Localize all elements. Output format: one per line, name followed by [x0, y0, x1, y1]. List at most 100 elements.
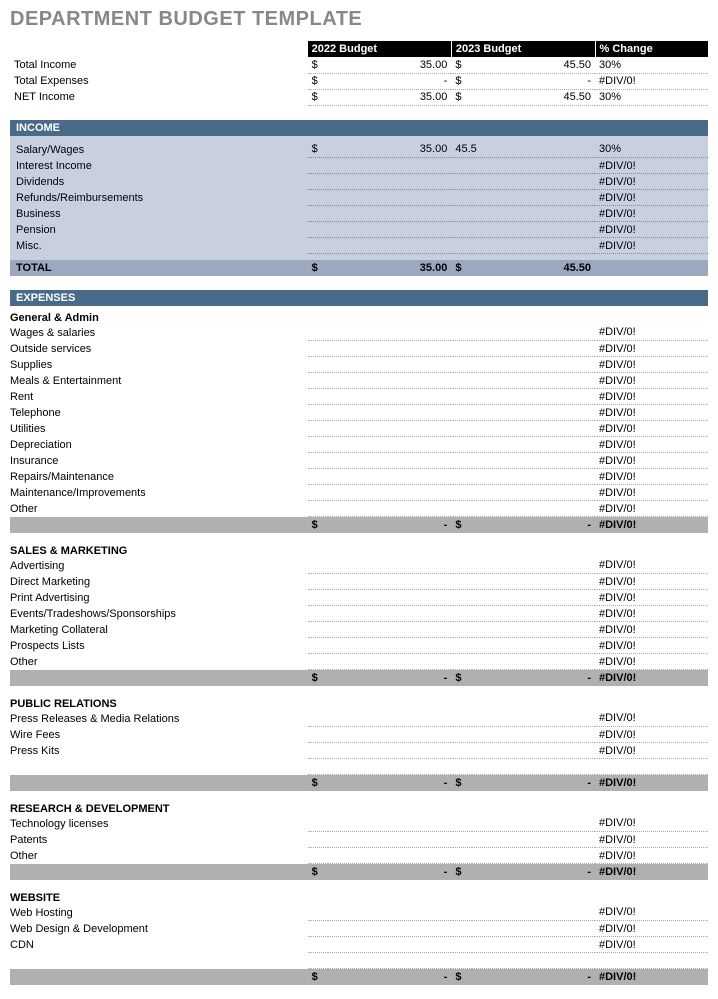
summary-change: 30% — [595, 57, 708, 73]
expense-v2[interactable] — [472, 485, 595, 501]
summary-label: Total Expenses — [10, 73, 308, 89]
income-v2[interactable] — [451, 190, 472, 206]
expense-v2[interactable] — [472, 325, 595, 341]
expense-v2[interactable] — [472, 469, 595, 485]
expense-label: Prospects Lists — [10, 638, 308, 654]
expense-v2[interactable] — [472, 654, 595, 670]
income-v2[interactable] — [451, 222, 472, 238]
expense-v1[interactable] — [328, 469, 451, 485]
expense-v1[interactable] — [328, 622, 451, 638]
expense-group-header: General & Admin — [10, 306, 708, 325]
expense-v1[interactable] — [328, 654, 451, 670]
expense-v2[interactable] — [472, 743, 595, 759]
expense-group-name: PUBLIC RELATIONS — [10, 692, 708, 711]
income-v2[interactable] — [451, 206, 472, 222]
expense-row: Supplies#DIV/0! — [10, 357, 708, 373]
expense-v2[interactable] — [472, 437, 595, 453]
summary-v2[interactable]: 45.50 — [472, 89, 595, 105]
expense-v1[interactable] — [328, 590, 451, 606]
expense-v2[interactable] — [472, 590, 595, 606]
summary-v2[interactable]: 45.50 — [472, 57, 595, 73]
expense-v2[interactable] — [472, 848, 595, 864]
expense-v1[interactable] — [328, 421, 451, 437]
expense-v2[interactable] — [472, 574, 595, 590]
expense-v2[interactable] — [472, 421, 595, 437]
expense-change: #DIV/0! — [595, 405, 708, 421]
expense-v2[interactable] — [472, 727, 595, 743]
expense-v2[interactable] — [472, 638, 595, 654]
expense-row: Wire Fees#DIV/0! — [10, 727, 708, 743]
expense-v1[interactable] — [328, 405, 451, 421]
income-v2[interactable] — [451, 238, 472, 254]
expense-v2-sym — [451, 654, 472, 670]
income-v1[interactable] — [328, 238, 451, 254]
expense-v2[interactable] — [472, 341, 595, 357]
expense-v1[interactable] — [328, 711, 451, 727]
summary-v1[interactable]: 35.00 — [328, 57, 451, 73]
expense-v2[interactable] — [472, 357, 595, 373]
expense-v1[interactable] — [328, 816, 451, 832]
expense-v1[interactable] — [328, 341, 451, 357]
income-change: #DIV/0! — [595, 238, 708, 254]
expense-v2[interactable] — [472, 905, 595, 921]
income-v1[interactable] — [328, 158, 451, 174]
expense-v1[interactable] — [328, 389, 451, 405]
income-v2[interactable] — [451, 158, 472, 174]
expense-v1[interactable] — [328, 437, 451, 453]
expense-v2[interactable] — [472, 558, 595, 574]
expense-change — [595, 953, 708, 969]
summary-v1[interactable]: - — [328, 73, 451, 89]
expense-v2[interactable] — [472, 373, 595, 389]
expense-v1[interactable] — [328, 558, 451, 574]
expense-v1[interactable] — [328, 953, 451, 969]
expense-v1-sym — [308, 921, 329, 937]
summary-v2[interactable]: - — [472, 73, 595, 89]
expense-v1[interactable] — [328, 325, 451, 341]
income-v1[interactable] — [328, 174, 451, 190]
expense-v1[interactable] — [328, 453, 451, 469]
income-v1[interactable]: 35.00 — [328, 142, 451, 158]
expense-v1[interactable] — [328, 638, 451, 654]
expense-v1[interactable] — [328, 501, 451, 517]
income-v2[interactable]: 45.5 — [451, 142, 472, 158]
expense-v2[interactable] — [472, 622, 595, 638]
expense-v1[interactable] — [328, 937, 451, 953]
currency-symbol: $ — [308, 260, 329, 276]
expense-v2[interactable] — [472, 816, 595, 832]
expense-v2[interactable] — [472, 832, 595, 848]
expense-v2[interactable] — [472, 759, 595, 775]
expense-v1[interactable] — [328, 832, 451, 848]
expense-v2[interactable] — [472, 937, 595, 953]
summary-v1[interactable]: 35.00 — [328, 89, 451, 105]
expense-change: #DIV/0! — [595, 606, 708, 622]
expense-row: Direct Marketing#DIV/0! — [10, 574, 708, 590]
expense-v1[interactable] — [328, 759, 451, 775]
expense-v2[interactable] — [472, 953, 595, 969]
expense-v2[interactable] — [472, 711, 595, 727]
expense-v2[interactable] — [472, 501, 595, 517]
income-v1[interactable] — [328, 222, 451, 238]
expense-v1[interactable] — [328, 357, 451, 373]
expense-v1[interactable] — [328, 921, 451, 937]
expense-v1[interactable] — [328, 373, 451, 389]
expense-label: Web Hosting — [10, 905, 308, 921]
expense-v1[interactable] — [328, 848, 451, 864]
income-v1[interactable] — [328, 190, 451, 206]
expense-v2[interactable] — [472, 606, 595, 622]
income-v2[interactable] — [451, 174, 472, 190]
expense-v1[interactable] — [328, 485, 451, 501]
expense-v1[interactable] — [328, 743, 451, 759]
expense-v1[interactable] — [328, 727, 451, 743]
expense-v2[interactable] — [472, 921, 595, 937]
expense-v1[interactable] — [328, 606, 451, 622]
expense-change: #DIV/0! — [595, 437, 708, 453]
expense-v1-sym — [308, 622, 329, 638]
income-row: Pension#DIV/0! — [10, 222, 708, 238]
expense-v1[interactable] — [328, 574, 451, 590]
expense-v2[interactable] — [472, 405, 595, 421]
expense-v1[interactable] — [328, 905, 451, 921]
income-v1[interactable] — [328, 206, 451, 222]
expense-v2[interactable] — [472, 453, 595, 469]
expense-row: Other#DIV/0! — [10, 501, 708, 517]
expense-v2[interactable] — [472, 389, 595, 405]
